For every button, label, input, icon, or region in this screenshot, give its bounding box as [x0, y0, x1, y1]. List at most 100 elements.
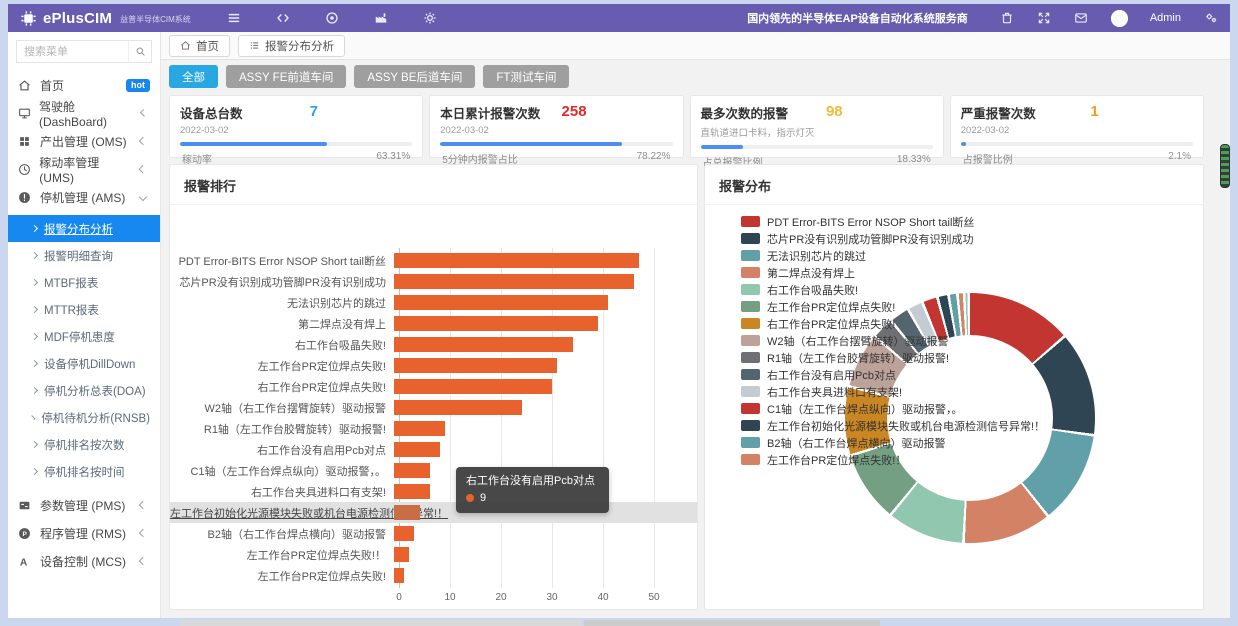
sidebar-item-params[interactable]: 参数管理 (PMS): [8, 491, 160, 519]
factory-icon[interactable]: [374, 11, 389, 26]
sidebar-item-utilization[interactable]: 稼动率管理 (UMS): [8, 155, 160, 183]
bar[interactable]: [394, 484, 430, 499]
bar[interactable]: [394, 400, 522, 415]
vertical-scrollbar-thumb[interactable]: [1220, 144, 1230, 188]
bar-row[interactable]: 左工作台PR定位焊点失败!！: [170, 544, 697, 565]
bar[interactable]: [394, 295, 608, 310]
bar-row[interactable]: 右工作台没有启用Pcb对点: [170, 439, 697, 460]
legend-swatch: [741, 233, 760, 244]
chevron-left-icon: [139, 557, 147, 565]
legend-item[interactable]: 右工作台夹具进料口有支架!: [741, 383, 1045, 400]
sidebar-subitem[interactable]: MDF停机患度: [8, 323, 160, 350]
legend-label: 右工作台吸晶失败!: [767, 282, 858, 298]
mail-icon[interactable]: [1074, 11, 1089, 26]
legend-item[interactable]: R1轴（左工作台胶臂旋转）驱动报警!: [741, 349, 1045, 366]
bar-category-label: 第二焊点没有焊上: [170, 316, 394, 332]
tooltip-label: 右工作台没有启用Pcb对点: [466, 473, 595, 490]
sidebar-subitem[interactable]: 报警明细查询: [8, 242, 160, 269]
bar[interactable]: [394, 442, 440, 457]
avatar[interactable]: [1111, 10, 1128, 27]
bar[interactable]: [394, 463, 430, 478]
code-icon[interactable]: [276, 11, 291, 26]
sidebar-item-recipe[interactable]: P程序管理 (RMS): [8, 519, 160, 547]
legend-item[interactable]: B2轴（右工作台焊点横向）驱动报警: [741, 434, 1045, 451]
bar-row[interactable]: 右工作台PR定位焊点失败!: [170, 376, 697, 397]
sidebar-item-dashboard[interactable]: 驾驶舱 (DashBoard): [8, 99, 160, 127]
bar-row[interactable]: 第二焊点没有焊上: [170, 313, 697, 334]
bar[interactable]: [394, 421, 445, 436]
bar-row[interactable]: 左工作台初始化光源模块失败或机台电源检测信号异常!！: [170, 502, 697, 523]
trash-icon[interactable]: [1000, 11, 1015, 26]
bar-row[interactable]: 无法识别芯片的跳过: [170, 292, 697, 313]
workshop-filter-chip[interactable]: ASSY BE后道车间: [354, 65, 475, 88]
stat-card-title: 设备总台数: [180, 103, 412, 122]
legend-item[interactable]: 无法识别芯片的跳过: [741, 247, 1045, 264]
bar[interactable]: [394, 547, 409, 562]
legend-item[interactable]: 右工作台吸晶失败!: [741, 281, 1045, 298]
legend-item[interactable]: W2轴（右工作台摆臂旋转）驱动报警: [741, 332, 1045, 349]
bar[interactable]: [394, 505, 420, 520]
gear-icon[interactable]: [423, 11, 438, 26]
bar-row[interactable]: 左工作台PR定位焊点失败!: [170, 355, 697, 376]
sidebar-item-downtime[interactable]: 停机管理 (AMS): [8, 183, 160, 211]
legend-item[interactable]: PDT Error-BITS Error NSOP Short tail断丝: [741, 213, 1045, 230]
sidebar-subitem[interactable]: 停机待机分析(RNSB): [8, 404, 160, 431]
sidebar-item-device[interactable]: A设备控制 (MCS): [8, 547, 160, 575]
sidebar-subitem[interactable]: 停机排名按次数: [8, 431, 160, 458]
stat-card-progress: [701, 145, 933, 149]
legend-item[interactable]: 左工作台初始化光源模块失败或机台电源检测信号异常!！: [741, 417, 1045, 434]
target-icon[interactable]: [325, 11, 340, 26]
sidebar-subitem[interactable]: 停机排名按时间: [8, 458, 160, 485]
workshop-filter-chip[interactable]: ASSY FE前道车间: [226, 65, 346, 88]
legend-item[interactable]: 芯片PR没有识别成功管脚PR没有识别成功: [741, 230, 1045, 247]
main-content: 首页报警分布分析 全部ASSY FE前道车间ASSY BE后道车间FT测试车间 …: [161, 32, 1230, 618]
sidebar-subitem[interactable]: MTBF报表: [8, 269, 160, 296]
stat-card-progress: [440, 142, 672, 146]
chevron-left-icon: [139, 501, 147, 509]
settings-cogs-icon[interactable]: [1203, 11, 1218, 26]
chevron-right-icon: [31, 360, 38, 367]
legend-item[interactable]: 右工作台PR定位焊点失败!: [741, 315, 1045, 332]
bar-row[interactable]: 左工作台PR定位焊点失败!: [170, 565, 697, 586]
downtime-icon: [18, 190, 32, 204]
bar[interactable]: [394, 274, 634, 289]
bar-row[interactable]: B2轴（右工作台焊点横向）驱动报警: [170, 523, 697, 544]
bar-row[interactable]: PDT Error-BITS Error NSOP Short tail断丝: [170, 250, 697, 271]
bar-row[interactable]: W2轴（右工作台摆臂旋转）驱动报警: [170, 397, 697, 418]
fullscreen-icon[interactable]: [1037, 11, 1052, 26]
bar-row[interactable]: 右工作台吸晶失败!: [170, 334, 697, 355]
breadcrumb-tab[interactable]: 首页: [169, 35, 230, 57]
bar[interactable]: [394, 379, 552, 394]
menu-icon[interactable]: [227, 11, 242, 26]
legend-item[interactable]: 左工作台PR定位焊点失败!！: [741, 451, 1045, 468]
workshop-filter-chip[interactable]: FT测试车间: [483, 65, 569, 88]
alarm-ranking-panel: 报警排行 PDT Error-BITS Error NSOP Short tai…: [169, 164, 698, 610]
legend-item[interactable]: 左工作台PR定位焊点失败!: [741, 298, 1045, 315]
bar[interactable]: [394, 568, 404, 583]
bar[interactable]: [394, 253, 639, 268]
username[interactable]: Admin: [1150, 12, 1181, 24]
bar[interactable]: [394, 316, 598, 331]
sidebar-subitem[interactable]: 报警分布分析: [8, 215, 160, 242]
bar[interactable]: [394, 337, 573, 352]
bar-row[interactable]: 右工作台夹具进料口有支架!: [170, 481, 697, 502]
breadcrumb-tab[interactable]: 报警分布分析: [238, 35, 345, 57]
sidebar-subitem[interactable]: 设备停机DillDown: [8, 350, 160, 377]
search-icon[interactable]: [128, 41, 151, 62]
recipe-icon: P: [18, 526, 32, 540]
legend-item[interactable]: 第二焊点没有焊上: [741, 264, 1045, 281]
legend-item[interactable]: 右工作台没有启用Pcb对点: [741, 366, 1045, 383]
sidebar-subitem[interactable]: MTTR报表: [8, 296, 160, 323]
legend-item[interactable]: C1轴（左工作台焊点纵向）驱动报警，。: [741, 400, 1045, 417]
workshop-filter-chip[interactable]: 全部: [169, 65, 218, 88]
sidebar-subitem[interactable]: 停机分析总表(DOA): [8, 377, 160, 404]
dashboard-icon: [18, 106, 31, 120]
bar[interactable]: [394, 526, 414, 541]
page: ePlusCIM 益普半导体CIM系统: [0, 0, 1238, 626]
bar[interactable]: [394, 358, 557, 373]
bar-row[interactable]: C1轴（左工作台焊点纵向）驱动报警，。: [170, 460, 697, 481]
sidebar-item-output[interactable]: 产出管理 (OMS): [8, 127, 160, 155]
bar-row[interactable]: 芯片PR没有识别成功管脚PR没有识别成功: [170, 271, 697, 292]
bar-row[interactable]: R1轴（左工作台胶臂旋转）驱动报警!: [170, 418, 697, 439]
sidebar-item-home[interactable]: 首页hot: [8, 71, 160, 99]
